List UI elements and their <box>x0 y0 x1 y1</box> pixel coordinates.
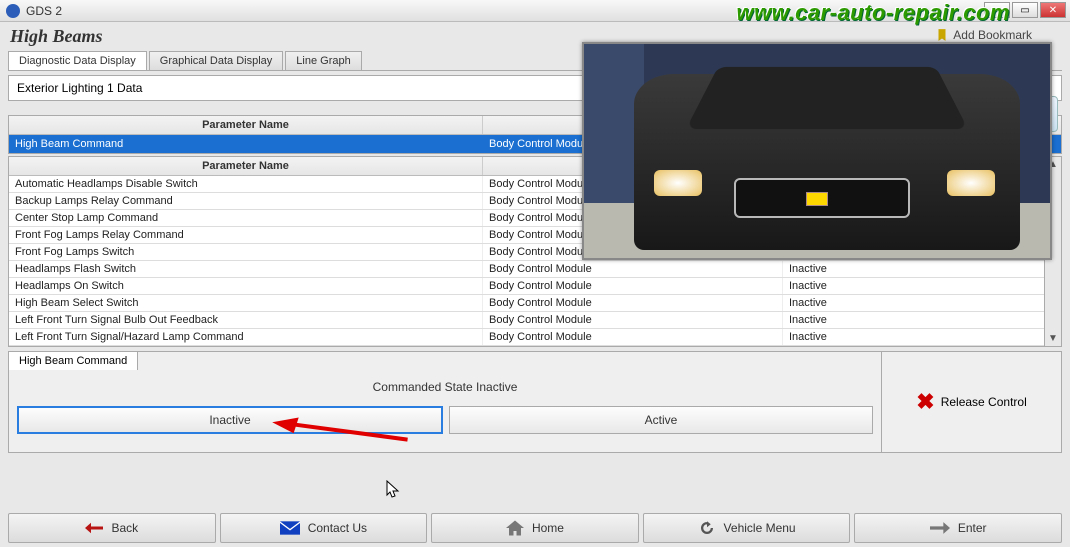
mouse-cursor-icon <box>386 480 400 501</box>
app-icon <box>6 4 20 18</box>
back-arrow-icon <box>85 521 103 535</box>
table-row[interactable]: Left Front Turn Signal Bulb Out Feedback… <box>9 312 1044 329</box>
selected-param-name: High Beam Command <box>9 135 483 153</box>
table-row[interactable]: Left Front Turn Signal/Hazard Lamp Comma… <box>9 329 1044 346</box>
enter-arrow-icon <box>930 521 950 535</box>
bottom-nav: Back Contact Us Home Vehicle Menu Enter <box>8 513 1062 543</box>
window-title: GDS 2 <box>26 4 62 18</box>
commanded-state-label: Commanded State Inactive <box>9 370 881 400</box>
back-button[interactable]: Back <box>8 513 216 543</box>
active-button[interactable]: Active <box>449 406 873 434</box>
grid-header-name[interactable]: Parameter Name <box>9 157 483 175</box>
mail-icon <box>280 521 300 535</box>
command-panel: High Beam Command Commanded State Inacti… <box>8 351 1062 453</box>
refresh-icon <box>698 519 716 537</box>
maximize-button[interactable]: ▭ <box>1012 2 1038 18</box>
close-button[interactable]: ✕ <box>1040 2 1066 18</box>
home-button[interactable]: Home <box>431 513 639 543</box>
bookmark-label: Add Bookmark <box>953 28 1032 42</box>
table-row[interactable]: Headlamps Flash SwitchBody Control Modul… <box>9 261 1044 278</box>
contact-us-button[interactable]: Contact Us <box>220 513 428 543</box>
release-control-button[interactable]: ✖ Release Control <box>882 351 1062 453</box>
home-icon <box>506 520 524 536</box>
scroll-down-icon[interactable]: ▼ <box>1048 333 1058 344</box>
vehicle-menu-button[interactable]: Vehicle Menu <box>643 513 851 543</box>
x-icon: ✖ <box>916 389 934 415</box>
release-control-label: Release Control <box>941 395 1027 409</box>
add-bookmark-button[interactable]: Add Bookmark <box>935 28 1032 42</box>
enter-button[interactable]: Enter <box>854 513 1062 543</box>
tab-line-graph[interactable]: Line Graph <box>285 51 361 70</box>
vehicle-photo-overlay <box>582 42 1052 260</box>
tab-diagnostic-data[interactable]: Diagnostic Data Display <box>8 51 147 70</box>
command-tab[interactable]: High Beam Command <box>8 351 138 370</box>
table-row[interactable]: Headlamps On SwitchBody Control ModuleIn… <box>9 278 1044 295</box>
tab-graphical-data[interactable]: Graphical Data Display <box>149 51 284 70</box>
table-row[interactable]: High Beam Select SwitchBody Control Modu… <box>9 295 1044 312</box>
watermark-text: www.car-auto-repair.com <box>736 0 1010 26</box>
col-header-parameter-name: Parameter Name <box>9 116 483 134</box>
bookmark-icon <box>935 28 949 42</box>
data-group-value: Exterior Lighting 1 Data <box>17 81 142 95</box>
